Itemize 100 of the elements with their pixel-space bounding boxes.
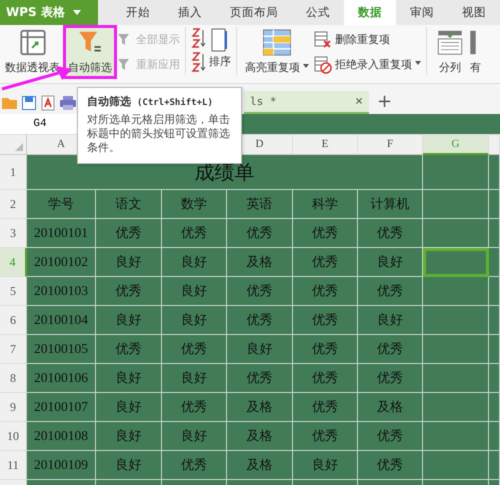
- table-cell: 优秀: [162, 335, 227, 364]
- row-header[interactable]: 7: [0, 335, 27, 364]
- ribbon-tab[interactable]: 开始: [112, 0, 164, 25]
- column-heading-cell: 数学: [162, 190, 227, 219]
- name-box[interactable]: G4: [0, 114, 80, 134]
- delete-rows-icon: [314, 30, 332, 48]
- table-cell: 良好: [96, 393, 162, 422]
- document-title: ls *: [250, 95, 276, 108]
- table-cell: 优秀: [162, 393, 227, 422]
- table-cell: 20100108: [27, 422, 96, 451]
- row-header[interactable]: 8: [0, 364, 27, 393]
- remove-duplicates-button[interactable]: 删除重复项: [314, 29, 421, 50]
- table-cell: 及格: [227, 248, 293, 277]
- save-icon[interactable]: [22, 96, 36, 110]
- ribbon-tab[interactable]: 审阅: [396, 0, 448, 25]
- sort-button[interactable]: 排序: [209, 27, 231, 73]
- table-cell: 优秀: [358, 219, 423, 248]
- table-cell: 良好: [96, 451, 162, 480]
- row-header[interactable]: 5: [0, 277, 27, 306]
- column-heading-cell: 英语: [227, 190, 293, 219]
- sort-ascending-icon[interactable]: [191, 27, 207, 49]
- table-cell: 优秀: [358, 422, 423, 451]
- split-columns-button[interactable]: 分列: [432, 27, 468, 77]
- tooltip-title: 自动筛选: [87, 94, 131, 109]
- table-cell: 20100109: [27, 451, 96, 480]
- table-cell: 20100105: [27, 335, 96, 364]
- pivot-table-icon: [18, 29, 48, 56]
- column-heading-cell: 语文: [96, 190, 162, 219]
- column-heading-cell: 计算机: [358, 190, 423, 219]
- table-cell: 优秀: [293, 277, 358, 306]
- ribbon-tab[interactable]: 插入: [164, 0, 216, 25]
- table-cell: 良好: [227, 335, 293, 364]
- table-cell: 良好: [162, 364, 227, 393]
- table-cell: 良好: [162, 422, 227, 451]
- ribbon-button[interactable]: 有: [470, 27, 484, 77]
- table-cell: 良好: [96, 248, 162, 277]
- row-header[interactable]: 11: [0, 451, 27, 480]
- table-cell: 优秀: [227, 277, 293, 306]
- table-cell: 优秀: [358, 335, 423, 364]
- table-cell: 良好: [293, 451, 358, 480]
- row-header[interactable]: 2: [0, 190, 27, 219]
- table-cell: 优秀: [358, 451, 423, 480]
- table-cell: 及格: [227, 451, 293, 480]
- table-cell: 良好: [96, 364, 162, 393]
- table-cell: 良好: [96, 422, 162, 451]
- column-heading-cell: 科学: [293, 190, 358, 219]
- table-cell: 优秀: [227, 306, 293, 335]
- sort-descending-icon[interactable]: [191, 51, 207, 73]
- ribbon-tab[interactable]: 页面布局: [216, 0, 292, 25]
- table-cell: 良好: [162, 248, 227, 277]
- table-cell: 优秀: [358, 364, 423, 393]
- print-icon[interactable]: [60, 96, 76, 110]
- table-cell: 良好: [162, 277, 227, 306]
- new-tab-button[interactable]: +: [377, 90, 392, 114]
- table-cell: 及格: [227, 393, 293, 422]
- split-columns-icon: [435, 29, 465, 56]
- highlight-duplicates-button[interactable]: 高亮重复项: [242, 27, 312, 77]
- table-cell: 优秀: [293, 219, 358, 248]
- ribbon-tab[interactable]: 公式: [292, 0, 344, 25]
- table-cell: 优秀: [293, 248, 358, 277]
- table-icon: [261, 29, 293, 56]
- shortcut-text: (Ctrl+Shift+L): [137, 98, 213, 108]
- table-cell: 优秀: [293, 364, 358, 393]
- table-cell: 优秀: [293, 306, 358, 335]
- table-cell: 优秀: [96, 277, 162, 306]
- table-cell: 20100102: [27, 248, 96, 277]
- ribbon-tab[interactable]: 数据: [344, 0, 396, 25]
- table-cell: 良好: [358, 306, 423, 335]
- table-cell: 良好: [96, 306, 162, 335]
- ribbon-icon: [470, 29, 476, 56]
- table-cell: 20100107: [27, 393, 96, 422]
- table-cell: 优秀: [227, 364, 293, 393]
- row-header[interactable]: 9: [0, 393, 27, 422]
- table-cell: 20100106: [27, 364, 96, 393]
- pdf-icon[interactable]: [40, 95, 56, 111]
- document-tab[interactable]: ls * ×: [244, 91, 369, 114]
- row-header[interactable]: 6: [0, 306, 27, 335]
- selected-cell[interactable]: [423, 248, 489, 277]
- caret-icon: [72, 10, 81, 15]
- row-header[interactable]: 10: [0, 422, 27, 451]
- table-cell: 20100104: [27, 306, 96, 335]
- table-cell: 优秀: [293, 393, 358, 422]
- column-header[interactable]: E: [293, 135, 358, 155]
- close-button[interactable]: ×: [355, 94, 363, 109]
- row-header[interactable]: 3: [0, 219, 27, 248]
- table-cell: 优秀: [293, 335, 358, 364]
- table-cell: 及格: [358, 393, 423, 422]
- no-entry-icon: [314, 56, 332, 74]
- row-header[interactable]: 1: [0, 155, 27, 190]
- table-cell: 优秀: [96, 335, 162, 364]
- table-cell: 及格: [227, 422, 293, 451]
- reject-duplicates-button[interactable]: 拒绝录入重复项: [314, 54, 421, 75]
- table-cell: 良好: [162, 306, 227, 335]
- column-header[interactable]: F: [358, 135, 423, 155]
- table-cell: 优秀: [227, 219, 293, 248]
- table-cell: 优秀: [358, 277, 423, 306]
- table-cell: 优秀: [293, 422, 358, 451]
- sort-icon: [211, 28, 229, 52]
- ribbon-tab[interactable]: 视图: [448, 0, 500, 25]
- table-cell: 优秀: [162, 219, 227, 248]
